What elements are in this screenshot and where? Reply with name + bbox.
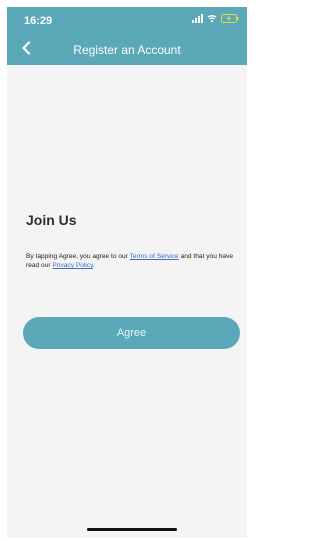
agree-button[interactable]: Agree: [23, 317, 240, 349]
wifi-icon: [207, 15, 217, 23]
signal-icon: [192, 14, 203, 23]
join-heading: Join Us: [26, 212, 77, 228]
terms-suffix: .: [92, 262, 95, 269]
terms-text: By tapping Agree, you agree to our Terms…: [26, 252, 238, 270]
status-icons: [192, 14, 239, 23]
terms-of-service-link[interactable]: Terms of Service: [130, 253, 179, 260]
page-title: Register an Account: [73, 43, 181, 57]
app-header: 16:29 Register an Account: [7, 7, 247, 65]
home-indicator: [87, 528, 177, 531]
terms-prefix: By tapping Agree, you agree to our: [26, 253, 130, 260]
app-screen: 16:29 Register an Account Join Us By tap…: [7, 7, 247, 538]
battery-charging-icon: [221, 14, 239, 23]
status-time: 16:29: [24, 15, 53, 27]
privacy-policy-link[interactable]: Privacy Policy: [52, 262, 93, 269]
